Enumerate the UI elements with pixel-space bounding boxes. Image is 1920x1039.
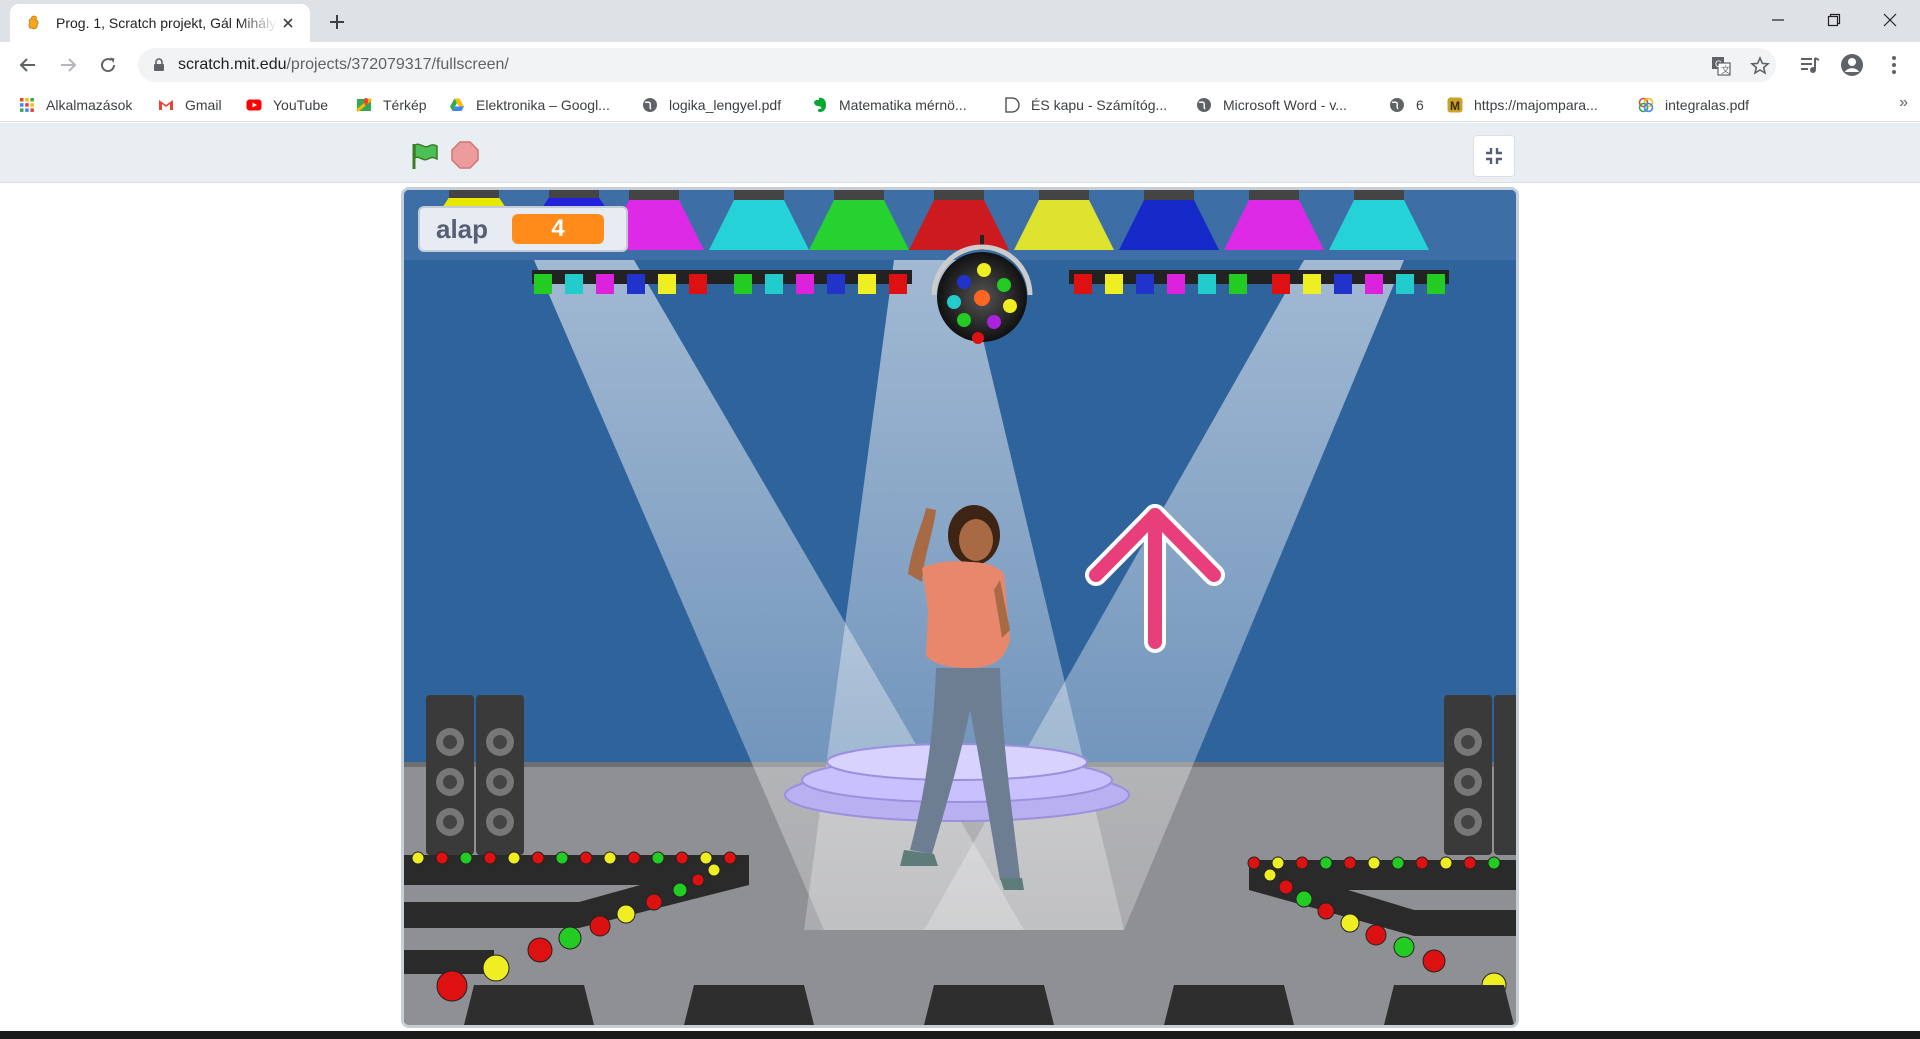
bookmark-item[interactable]: Térkép <box>356 93 427 117</box>
svg-text:M: M <box>1450 99 1460 113</box>
bookmarks-bar: Alkalmazások Gmail YouTube Térkép Elektr… <box>0 88 1920 122</box>
bookmark-item[interactable]: YouTube <box>246 93 328 117</box>
browser-tab[interactable]: Prog. 1, Scratch projekt, Gál Mihály <box>10 4 310 42</box>
majom-icon: M <box>1447 97 1463 113</box>
maps-icon <box>356 97 372 113</box>
gate-icon <box>1005 97 1020 113</box>
new-tab-button[interactable] <box>323 8 351 36</box>
restore-icon <box>1827 13 1841 27</box>
bookmark-item[interactable]: Alkalmazások <box>19 93 132 117</box>
bookmark-item[interactable]: Microsoft Word - v... <box>1196 93 1347 117</box>
evernote-icon <box>814 97 826 112</box>
monitor-value: 4 <box>512 214 605 244</box>
minimize-button[interactable] <box>1750 0 1806 40</box>
exit-fullscreen-icon <box>1486 148 1502 164</box>
profile-avatar-icon[interactable] <box>1838 51 1866 79</box>
reload-icon <box>101 57 116 73</box>
apps-grid-icon <box>20 98 34 112</box>
scratch-stage[interactable]: alap 4 <box>401 187 1519 1028</box>
plus-icon <box>330 15 344 29</box>
scratch-favicon-icon <box>28 15 39 30</box>
monitor-label: alap <box>436 213 489 244</box>
bookmark-item[interactable]: logika_lengyel.pdf <box>642 93 781 117</box>
more-bookmarks-button[interactable]: » <box>1899 94 1908 112</box>
exit-fullscreen-button[interactable] <box>1473 135 1515 177</box>
lock-icon <box>154 58 164 71</box>
speaker-stack-right <box>1444 695 1516 855</box>
arrow-right-icon <box>61 58 77 72</box>
bookmark-item[interactable]: ÉS kapu - Számítóg... <box>1004 93 1167 117</box>
bookmark-item[interactable]: Gmail <box>158 93 222 117</box>
bookmark-item[interactable]: Elektronika – Googl... <box>449 93 610 117</box>
browser-toolbar: scratch.mit.edu/projects/372079317/fulls… <box>0 42 1920 88</box>
minimize-icon <box>1772 19 1784 21</box>
os-taskbar-edge <box>0 1031 1920 1039</box>
rings-icon <box>1638 97 1654 113</box>
tab-title: Prog. 1, Scratch projekt, Gál Mihály <box>56 15 277 31</box>
bookmark-item[interactable]: integralas.pdf <box>1638 93 1749 117</box>
gmail-icon <box>159 100 173 110</box>
close-window-button[interactable] <box>1862 0 1918 40</box>
player-controls-bar <box>0 123 1920 183</box>
bookmark-item[interactable]: Matematika mérnö... <box>812 93 967 117</box>
bookmark-star-icon[interactable] <box>1749 55 1771 77</box>
back-button[interactable] <box>12 49 44 81</box>
url-text: scratch.mit.edu/projects/372079317/fulls… <box>178 56 509 73</box>
close-icon <box>1883 13 1897 27</box>
tab-strip: Prog. 1, Scratch projekt, Gál Mihály <box>0 0 1920 42</box>
green-flag-icon[interactable] <box>410 141 440 171</box>
bookmark-item[interactable]: 6 <box>1389 93 1424 117</box>
address-bar[interactable]: scratch.mit.edu/projects/372079317/fulls… <box>138 48 1776 82</box>
arrow-left-icon <box>19 58 35 72</box>
globe-icon <box>643 98 657 112</box>
stage-backdrop <box>404 190 1516 1025</box>
svg-text:文: 文 <box>1721 64 1730 75</box>
bookmark-item[interactable]: M https://majompara... <box>1447 93 1598 117</box>
globe-icon <box>1390 98 1404 112</box>
globe-icon <box>1197 98 1211 112</box>
variable-monitor: alap 4 <box>418 206 628 252</box>
drive-icon <box>450 98 464 111</box>
stop-sign-icon[interactable] <box>451 141 479 169</box>
translate-icon[interactable]: G文 <box>1710 55 1732 77</box>
close-tab-icon[interactable] <box>278 13 298 33</box>
restore-button[interactable] <box>1806 0 1862 40</box>
forward-button[interactable] <box>52 49 84 81</box>
reload-button[interactable] <box>92 49 124 81</box>
media-control-icon[interactable] <box>1796 51 1824 79</box>
youtube-icon <box>246 99 262 111</box>
menu-kebab-icon[interactable] <box>1880 51 1908 79</box>
